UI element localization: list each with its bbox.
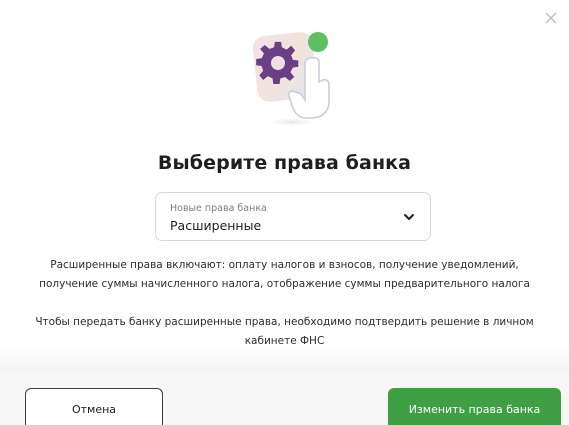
settings-illustration	[243, 20, 341, 130]
select-label: Новые права банка	[170, 203, 267, 214]
footer-divider	[0, 346, 569, 372]
settings-gear-hand-icon	[252, 32, 330, 127]
select-value: Расширенные	[170, 218, 262, 233]
close-button[interactable]	[541, 8, 561, 28]
bank-rights-dialog: Выберите права банка Новые права банка Р…	[0, 0, 569, 425]
rights-description: Расширенные права включают: оплату налог…	[39, 259, 530, 290]
dialog-title: Выберите права банка	[157, 152, 412, 174]
chevron-down-icon	[404, 214, 414, 220]
close-icon	[545, 12, 557, 24]
change-rights-button[interactable]: Изменить права банка	[388, 388, 561, 425]
bank-rights-select[interactable]: Новые права банка Расширенные	[155, 192, 431, 241]
cancel-button[interactable]: Отмена	[25, 388, 163, 425]
